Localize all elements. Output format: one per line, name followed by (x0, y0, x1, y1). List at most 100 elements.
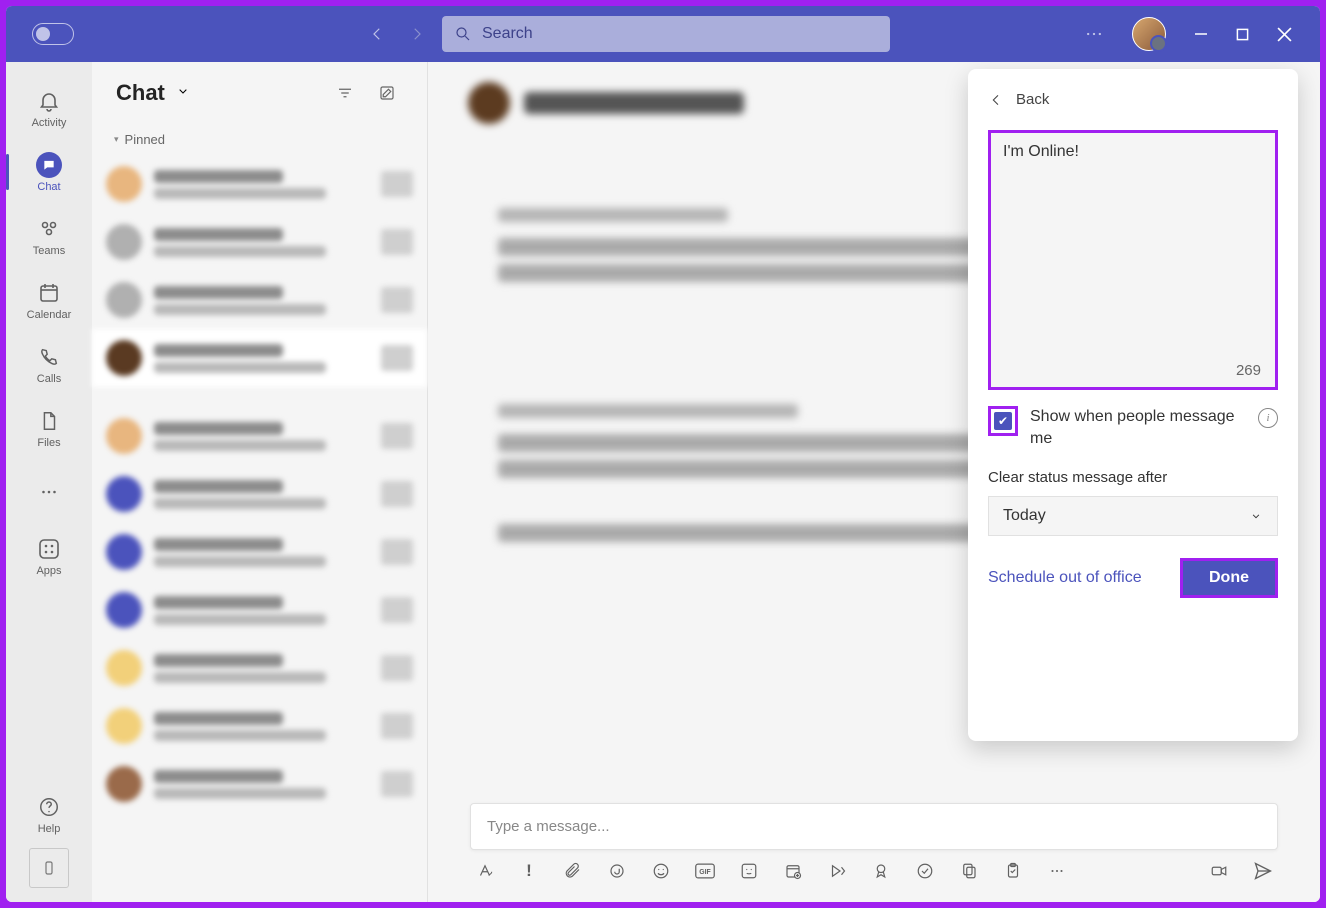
rail-chat[interactable]: Chat (15, 142, 83, 202)
section-label-text: Pinned (125, 132, 165, 147)
attach-button[interactable] (562, 860, 584, 882)
more-options-button[interactable] (1084, 24, 1104, 44)
clear-after-label: Clear status message after (988, 469, 1278, 486)
format-button[interactable] (474, 860, 496, 882)
schedule-ooo-link[interactable]: Schedule out of office (988, 569, 1142, 587)
send-icon (1253, 861, 1273, 881)
rail-teams[interactable]: Teams (15, 206, 83, 266)
chat-list-title: Chat (116, 80, 165, 106)
chat-list-item[interactable] (92, 213, 427, 271)
ellipsis-icon (36, 479, 62, 505)
chat-list-item[interactable] (92, 581, 427, 639)
show-when-messaged-checkbox[interactable]: ✔ (988, 406, 1018, 436)
emoji-icon (652, 862, 670, 880)
done-button[interactable]: Done (1180, 558, 1278, 598)
clear-after-dropdown[interactable]: Today (988, 496, 1278, 536)
window-close-button[interactable] (1277, 27, 1292, 42)
chat-list-item[interactable] (92, 523, 427, 581)
sticker-icon (740, 862, 758, 880)
gif-button[interactable]: GIF (694, 860, 716, 882)
rail-calendar[interactable]: Calendar (15, 270, 83, 330)
window-maximize-button[interactable] (1236, 28, 1249, 41)
copy-button[interactable] (958, 860, 980, 882)
chat-list-pane: Chat ▾Pinned (92, 62, 428, 902)
rail-label: Teams (33, 245, 65, 257)
loop-icon (608, 862, 626, 880)
phone-icon (36, 344, 62, 370)
status-message-input[interactable] (1003, 143, 1263, 353)
chat-list-dropdown[interactable] (175, 83, 191, 104)
send-button[interactable] (1252, 860, 1274, 882)
rail-activity[interactable]: Activity (15, 78, 83, 138)
window-minimize-button[interactable] (1194, 27, 1208, 41)
rail-label: Files (37, 437, 60, 449)
chat-list-item[interactable] (92, 271, 427, 329)
profile-avatar[interactable] (1132, 17, 1166, 51)
chat-list-item[interactable] (92, 155, 427, 213)
attach-icon (564, 862, 582, 880)
chevron-down-icon (1249, 509, 1263, 523)
search-bar[interactable] (442, 16, 890, 52)
schedule-button[interactable] (782, 860, 804, 882)
show-when-messaged-label: Show when people message me (1030, 406, 1246, 449)
tasks-button[interactable] (1002, 860, 1024, 882)
video-icon (1209, 862, 1229, 880)
chat-list-item[interactable] (92, 755, 427, 813)
new-chat-button[interactable] (371, 77, 403, 109)
back-button[interactable]: Back (988, 91, 1278, 108)
chat-list-item[interactable] (92, 697, 427, 755)
pinned-section[interactable]: ▾Pinned (92, 124, 427, 155)
rail-label: Calls (37, 373, 61, 385)
composer-toolbar: ! GIF (470, 850, 1278, 884)
video-button[interactable] (1208, 860, 1230, 882)
presence-toggle[interactable] (32, 23, 74, 45)
conversation-pane: ! GIF (428, 62, 1320, 902)
message-composer[interactable] (470, 803, 1278, 850)
emoji-button[interactable] (650, 860, 672, 882)
app-window: Activity Chat Teams Calendar Calls Files (6, 6, 1320, 902)
rail-calls[interactable]: Calls (15, 334, 83, 394)
rail-more[interactable] (15, 462, 83, 522)
teams-icon (36, 216, 62, 242)
status-message-panel: Back 269 ✔ Show when people message me i… (968, 69, 1298, 741)
approve-button[interactable] (914, 860, 936, 882)
rail-label: Chat (37, 181, 60, 193)
rail-files[interactable]: Files (15, 398, 83, 458)
message-input[interactable] (471, 804, 1277, 849)
nav-back-button[interactable] (368, 25, 386, 43)
rail-help[interactable]: Help (15, 784, 83, 844)
filter-icon (336, 84, 354, 102)
rail-label: Apps (36, 565, 61, 577)
chat-list-item[interactable] (92, 407, 427, 465)
title-bar (6, 6, 1320, 62)
main-area: Activity Chat Teams Calendar Calls Files (6, 62, 1320, 902)
sticker-button[interactable] (738, 860, 760, 882)
stream-button[interactable] (826, 860, 848, 882)
loop-button[interactable] (606, 860, 628, 882)
chat-list-item[interactable] (92, 329, 427, 387)
rail-device-button[interactable] (29, 848, 69, 888)
status-message-field[interactable]: 269 (988, 130, 1278, 390)
rail-label: Activity (32, 117, 67, 129)
format-icon (476, 862, 494, 880)
dropdown-value: Today (1003, 507, 1046, 525)
app-rail: Activity Chat Teams Calendar Calls Files (6, 62, 92, 902)
rail-apps[interactable]: Apps (15, 526, 83, 586)
composer-more-button[interactable] (1046, 860, 1068, 882)
priority-icon: ! (526, 861, 532, 881)
filter-button[interactable] (329, 77, 361, 109)
search-input[interactable] (482, 25, 878, 43)
priority-button[interactable]: ! (518, 860, 540, 882)
info-icon[interactable]: i (1258, 408, 1278, 428)
calendar-icon (36, 280, 62, 306)
back-label: Back (1016, 91, 1049, 108)
rail-label: Calendar (27, 309, 72, 321)
chat-list-item[interactable] (92, 465, 427, 523)
chat-list-item[interactable] (92, 639, 427, 697)
praise-button[interactable] (870, 860, 892, 882)
search-icon (454, 25, 472, 43)
gif-icon: GIF (695, 862, 715, 880)
task-icon (1004, 862, 1022, 880)
chevron-left-icon (988, 92, 1004, 108)
nav-forward-button[interactable] (408, 25, 426, 43)
